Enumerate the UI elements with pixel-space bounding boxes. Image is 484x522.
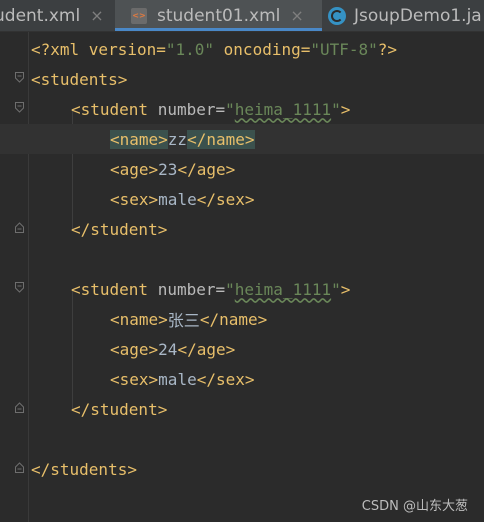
sex-close-tag: </sex> [196, 369, 255, 389]
code-line: </student> [0, 394, 484, 424]
code-line: <age> 23 </age> [0, 154, 484, 184]
code-line: </students> [0, 454, 484, 484]
editor-tab-bar: udent.xml × <> student01.xml × JsoupDemo… [0, 0, 484, 32]
name-close-tag: </name> [187, 129, 255, 149]
students-close-tag: </students> [31, 459, 137, 479]
java-class-icon [328, 6, 346, 25]
student-close-tag: </student> [71, 399, 168, 419]
tag-close: > [340, 279, 351, 299]
age-text: 23 [158, 159, 178, 179]
number-value: heima_1111 [234, 279, 332, 299]
tag-close: > [340, 99, 351, 119]
code-line: <sex> male </sex> [0, 184, 484, 214]
number-attr: number= [148, 99, 226, 119]
xml-declaration-close: ?> [377, 39, 398, 59]
number-attr: number= [148, 279, 226, 299]
student-open-tag: <student [71, 99, 149, 119]
tab-jsoupdemo1-java[interactable]: JsoupDemo1.ja [328, 0, 484, 31]
age-text: 24 [158, 339, 178, 359]
quote: " [225, 279, 235, 299]
age-open-tag: <age> [110, 159, 159, 179]
tab-label: udent.xml [0, 5, 81, 26]
code-line: <sex> male </sex> [0, 364, 484, 394]
tab-student01-xml[interactable]: <> student01.xml × [115, 0, 322, 31]
xml-declaration-open: <?xml version= [31, 39, 166, 59]
student-open-tag: <student [71, 279, 149, 299]
sex-text: male [158, 189, 197, 209]
quote: " [331, 279, 341, 299]
name-text: 张三 [167, 311, 200, 330]
name-open-tag: <name> [110, 129, 168, 149]
tab-student-xml[interactable]: udent.xml × [0, 0, 108, 31]
code-line-current: <name> zz </name> [0, 124, 484, 154]
age-close-tag: </age> [177, 159, 236, 179]
close-icon[interactable]: × [290, 6, 303, 25]
code-line: <?xml version= "1.0" oncoding= "UTF-8" ?> [0, 34, 484, 64]
age-close-tag: </age> [177, 339, 236, 359]
encoding-value: "UTF-8" [310, 39, 378, 59]
quote: " [331, 99, 341, 119]
students-open-tag: <students> [31, 69, 128, 89]
quote: " [225, 99, 235, 119]
sex-text: male [158, 369, 197, 389]
watermark: CSDN @山东大葱 [361, 499, 468, 514]
code-editor[interactable]: <?xml version= "1.0" oncoding= "UTF-8" ?> <… [0, 32, 484, 522]
code-line: <name> 张三 </name> [0, 304, 484, 334]
code-line: <student number= " heima_1111 " > [0, 274, 484, 304]
close-icon[interactable]: × [90, 6, 103, 25]
code-line: <students> [0, 64, 484, 94]
name-text: zz [167, 129, 188, 149]
version-value: "1.0" [165, 39, 215, 59]
xml-file-icon: <> [131, 7, 147, 24]
age-open-tag: <age> [110, 339, 159, 359]
sex-close-tag: </sex> [196, 189, 255, 209]
name-open-tag: <name> [110, 309, 168, 329]
encoding-attr: oncoding= [214, 39, 311, 59]
sex-open-tag: <sex> [110, 369, 159, 389]
student-close-tag: </student> [71, 219, 168, 239]
name-close-tag: </name> [199, 309, 268, 329]
code-line: <age> 24 </age> [0, 334, 484, 364]
tab-label: JsoupDemo1.ja [354, 5, 482, 26]
code-line: <student number= " heima_1111 " > [0, 94, 484, 124]
tab-label: student01.xml [157, 5, 281, 26]
code-line: </student> [0, 214, 484, 244]
sex-open-tag: <sex> [110, 189, 159, 209]
number-value: heima_1111 [234, 99, 332, 119]
